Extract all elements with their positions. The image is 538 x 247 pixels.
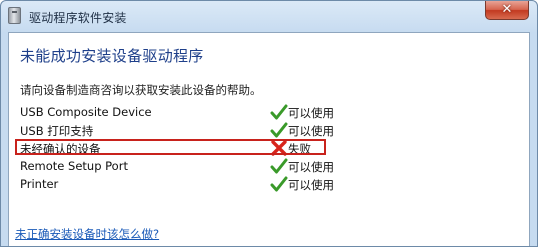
failed-device-highlight	[15, 139, 326, 155]
device-status-text: 可以使用	[288, 106, 334, 120]
device-name: USB 打印支持	[20, 124, 94, 138]
device-name: USB Composite Device	[20, 105, 152, 119]
device-row: USB 打印支持 可以使用	[20, 121, 520, 139]
device-status-text: 可以使用	[288, 160, 334, 174]
page-title: 未能成功安装设备驱动程序	[20, 47, 204, 65]
checkmark-icon	[270, 158, 288, 174]
device-name: Printer	[20, 177, 59, 191]
device-status: 可以使用	[270, 103, 334, 121]
device-installer-icon	[8, 7, 21, 24]
driver-install-window: 驱动程序软件安装 ✕ 未能成功安装设备驱动程序 请向设备制造商咨询以获取安装此设…	[0, 0, 538, 247]
device-status: 可以使用	[270, 175, 334, 193]
close-button[interactable]: ✕	[485, 1, 529, 20]
checkmark-icon	[270, 122, 288, 138]
device-row: USB Composite Device 可以使用	[20, 103, 520, 121]
window-title: 驱动程序软件安装	[29, 11, 127, 25]
device-status: 可以使用	[270, 157, 334, 175]
device-row: Printer 可以使用	[20, 175, 520, 193]
device-status: 可以使用	[270, 121, 334, 139]
instruction-text: 请向设备制造商咨询以获取安装此设备的帮助。	[20, 83, 262, 97]
title-bar[interactable]: 驱动程序软件安装 ✕	[1, 1, 537, 33]
device-status-text: 可以使用	[288, 178, 334, 192]
device-name: Remote Setup Port	[20, 159, 128, 173]
device-row: Remote Setup Port 可以使用	[20, 157, 520, 175]
checkmark-icon	[270, 176, 288, 192]
dialog-content: 未能成功安装设备驱动程序 请向设备制造商咨询以获取安装此设备的帮助。 USB C…	[8, 32, 530, 246]
device-status-text: 可以使用	[288, 124, 334, 138]
checkmark-icon	[270, 104, 288, 120]
help-link[interactable]: 未正确安装设备时该怎么做?	[15, 226, 159, 242]
